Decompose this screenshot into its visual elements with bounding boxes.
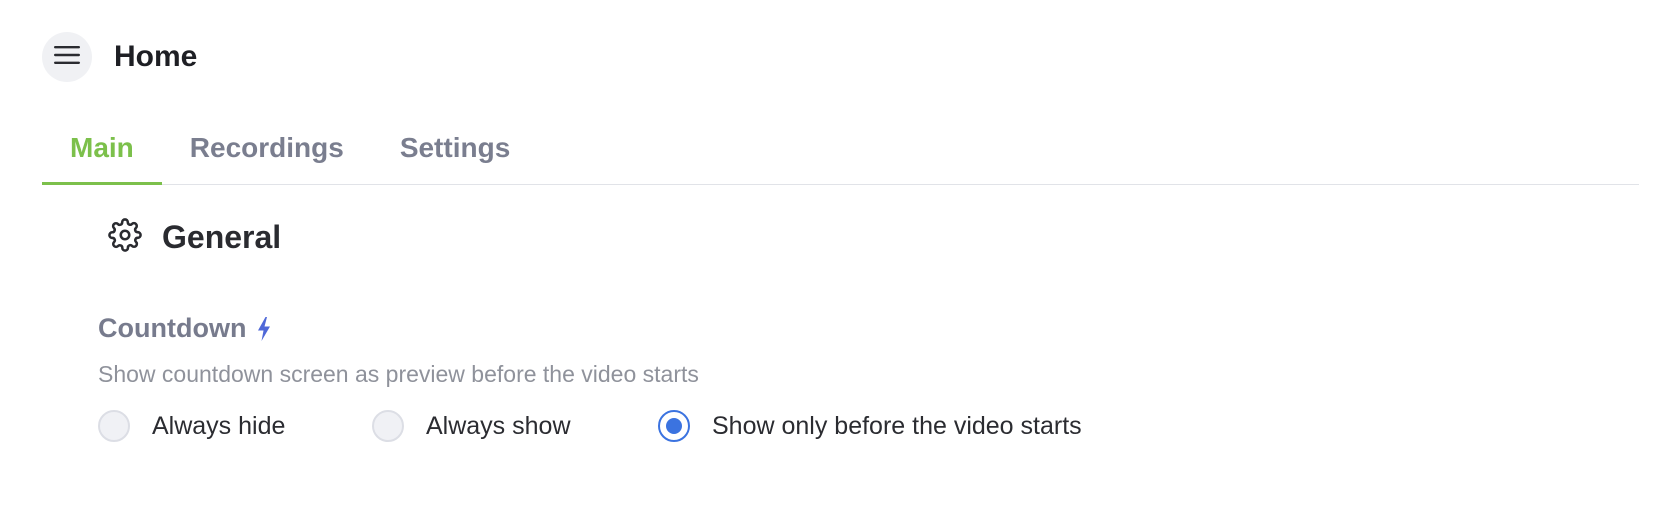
menu-icon xyxy=(53,44,81,71)
tab-bar: Main Recordings Settings xyxy=(42,120,1639,185)
page-title: Home xyxy=(114,40,198,73)
setting-countdown-title: Countdown xyxy=(98,313,272,344)
gear-icon xyxy=(108,218,142,257)
tab-recordings[interactable]: Recordings xyxy=(162,120,372,184)
countdown-radio-group: Always hide Always show Show only before… xyxy=(98,410,1082,442)
tab-settings[interactable]: Settings xyxy=(372,120,538,184)
radio-button[interactable] xyxy=(372,410,404,442)
radio-button[interactable] xyxy=(98,410,130,442)
option-always-hide[interactable]: Always hide xyxy=(98,410,372,442)
lightning-icon xyxy=(256,316,272,342)
option-always-show[interactable]: Always show xyxy=(372,410,658,442)
radio-button-selected[interactable] xyxy=(658,410,690,442)
page-header: Home xyxy=(42,32,197,82)
tab-main[interactable]: Main xyxy=(42,120,162,185)
option-label: Always hide xyxy=(152,411,286,440)
section-title: General xyxy=(162,219,282,255)
setting-description: Show countdown screen as preview before … xyxy=(98,361,699,387)
setting-name-label: Countdown xyxy=(98,313,247,343)
option-label: Show only before the video starts xyxy=(712,411,1082,440)
option-show-before-video[interactable]: Show only before the video starts xyxy=(658,410,1082,442)
section-header: General xyxy=(108,218,281,257)
menu-button[interactable] xyxy=(42,32,92,82)
option-label: Always show xyxy=(426,411,571,440)
